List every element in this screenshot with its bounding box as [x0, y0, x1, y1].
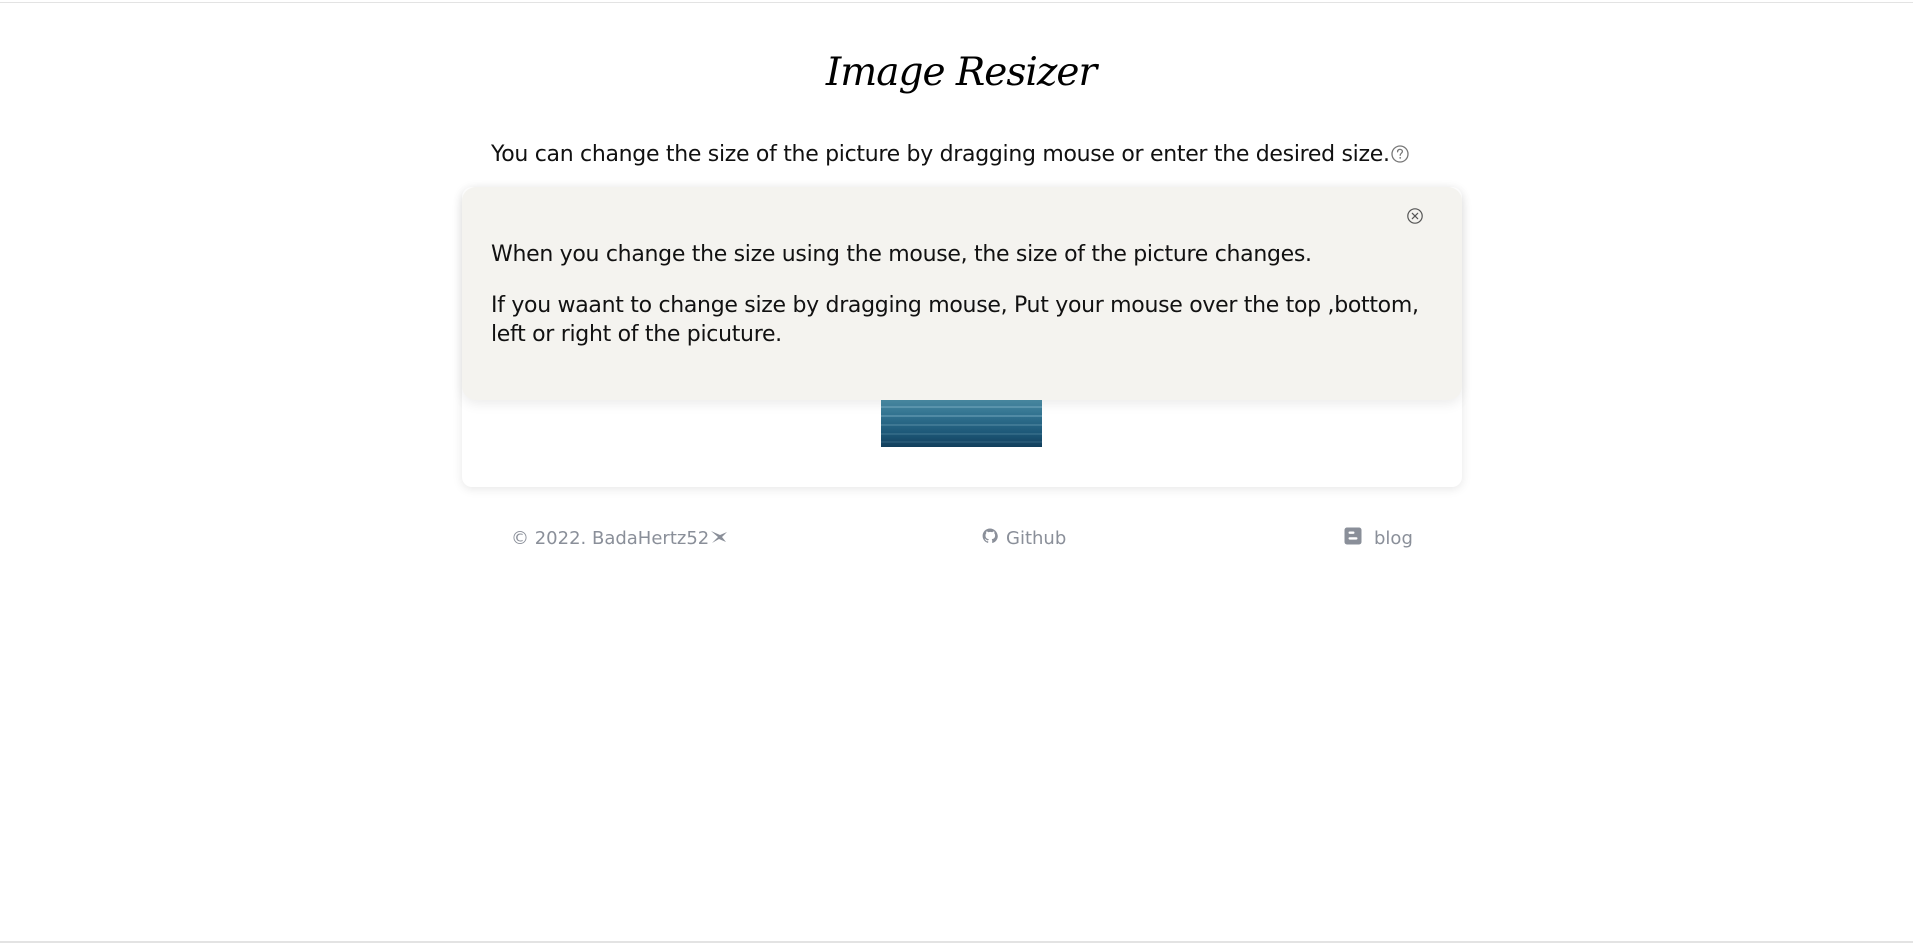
- top-border: [0, 2, 1913, 3]
- blog-link[interactable]: blog: [1344, 527, 1413, 551]
- github-link[interactable]: Github: [982, 527, 1066, 551]
- github-label: Github: [1006, 528, 1067, 549]
- tooltip-paragraph-1: When you change the size using the mouse…: [491, 242, 1312, 267]
- bird-icon: [711, 531, 728, 543]
- footer-copyright: © 2022. BadaHertz52: [511, 527, 728, 551]
- close-circle-icon[interactable]: [1406, 207, 1424, 225]
- blogger-icon: [1344, 527, 1362, 545]
- instruction-text: You can change the size of the picture b…: [491, 142, 1390, 167]
- tooltip-paragraph-2: If you waant to change size by dragging …: [491, 293, 1419, 347]
- blog-label: blog: [1374, 528, 1413, 549]
- page-title: Image Resizer: [825, 50, 1097, 95]
- preview-image[interactable]: [881, 400, 1042, 447]
- copyright-text: © 2022. BadaHertz52: [511, 528, 710, 549]
- github-icon: [982, 528, 998, 544]
- help-tooltip: When you change the size using the mouse…: [462, 187, 1462, 400]
- question-circle-icon[interactable]: [1390, 144, 1410, 164]
